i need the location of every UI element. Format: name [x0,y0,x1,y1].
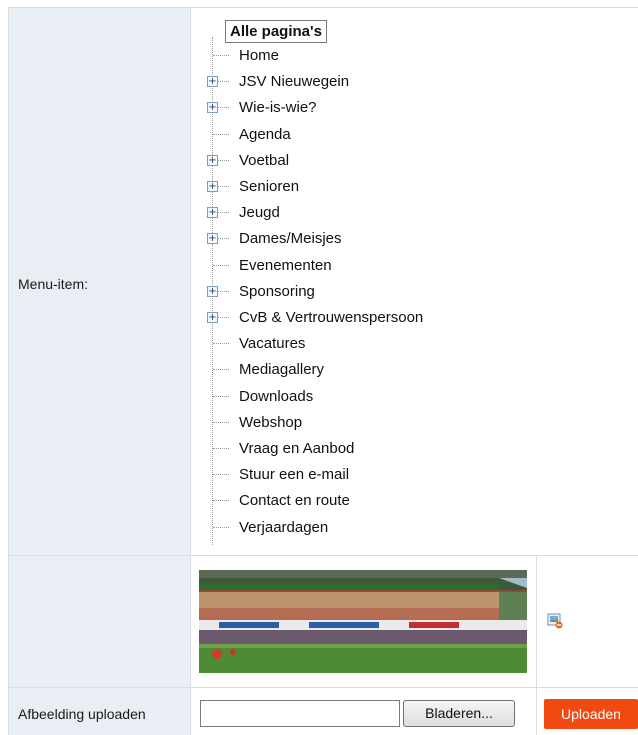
image-delete-icon[interactable] [547,613,563,629]
tree-item-label[interactable]: Vraag en Aanbod [239,439,354,458]
tree-item[interactable]: Vraag en Aanbod [190,438,610,460]
tree-connector [213,395,229,397]
tree-item[interactable]: + Senioren [190,176,610,198]
tree-item-label[interactable]: Vacatures [239,334,305,353]
tree-connector [213,421,229,423]
tree-connector [213,133,229,135]
tree-item-label[interactable]: Wie-is-wie? [239,98,317,117]
tree-connector [213,500,229,502]
tree-item[interactable]: + Jeugd [190,202,610,224]
tree-item[interactable]: Stuur een e-mail [190,464,610,486]
plus-box-icon[interactable]: + [207,285,218,297]
stadium-photo [199,570,527,673]
tree-item[interactable]: Mediagallery [190,359,610,381]
tree-connector [213,474,229,476]
tree-item-label[interactable]: JSV Nieuwegein [239,72,349,91]
tree-item-label[interactable]: Dames/Meisjes [239,229,342,248]
tree-connector [213,526,229,528]
tree-item-label[interactable]: Stuur een e-mail [239,465,349,484]
tree-item-label[interactable]: Jeugd [239,203,280,222]
tree-item-label[interactable]: Home [239,46,279,65]
tree-item[interactable]: + Dames/Meisjes [190,228,610,250]
tree-item-label[interactable]: Contact en route [239,491,350,510]
tree-item-label[interactable]: Verjaardagen [239,518,328,537]
tree-connector [213,55,229,56]
grid-line-row2 [8,687,638,688]
upload-label: Afbeelding uploaden [18,706,146,722]
tree-item[interactable]: + Wie-is-wie? [190,97,610,119]
plus-box-icon[interactable]: + [207,76,218,88]
grid-line-row1 [8,555,638,556]
page-tree: Alle pagina's Home + JSV Nieuwegein + Wie-is… [190,8,638,554]
grid-line-left [8,7,9,735]
plus-box-icon[interactable]: + [207,181,218,192]
tree-item-label[interactable]: CvB & Vertrouwenspersoon [239,308,423,327]
tree-item[interactable]: Agenda [190,124,610,146]
tree-connector [213,343,229,345]
tree-item-label[interactable]: Downloads [239,387,313,406]
tree-item[interactable]: + JSV Nieuwegein [190,71,610,93]
tree-item[interactable]: Home [190,45,610,67]
tree-item[interactable]: Webshop [190,412,610,434]
label-column-image [8,556,190,687]
tree-item-label[interactable]: Agenda [239,125,291,144]
tree-item-label[interactable]: Webshop [239,413,302,432]
plus-box-icon[interactable]: + [207,312,218,323]
browse-button[interactable]: Bladeren... [403,700,515,727]
file-path-input[interactable] [200,700,400,727]
tree-item-label[interactable]: Mediagallery [239,360,324,379]
tree-connector [213,369,229,371]
tree-item[interactable]: + Sponsoring [190,281,610,303]
plus-box-icon[interactable]: + [207,207,218,219]
tree-item[interactable]: + Voetbal [190,150,610,172]
menu-item-label: Menu-item: [18,276,89,292]
tree-item[interactable]: Verjaardagen [190,517,610,539]
tree-item[interactable]: Evenementen [190,255,610,277]
plus-box-icon[interactable]: + [207,154,218,166]
grid-line-photo [536,555,537,735]
tree-connector [213,448,229,449]
tree-root-all-pages[interactable]: Alle pagina's [225,20,327,43]
tree-item[interactable]: Downloads [190,386,610,408]
tree-item-label[interactable]: Evenementen [239,256,332,275]
tree-item[interactable]: Vacatures [190,333,610,355]
tree-item[interactable]: + CvB & Vertrouwenspersoon [190,307,610,329]
plus-box-icon[interactable]: + [207,233,218,245]
tree-item[interactable]: Contact en route [190,490,610,512]
plus-box-icon[interactable]: + [207,102,218,114]
tree-connector [213,264,229,266]
tree-item-label[interactable]: Sponsoring [239,282,315,301]
upload-button[interactable]: Uploaden [544,699,638,729]
tree-item-label[interactable]: Voetbal [239,151,289,170]
tree-item-label[interactable]: Senioren [239,177,299,196]
